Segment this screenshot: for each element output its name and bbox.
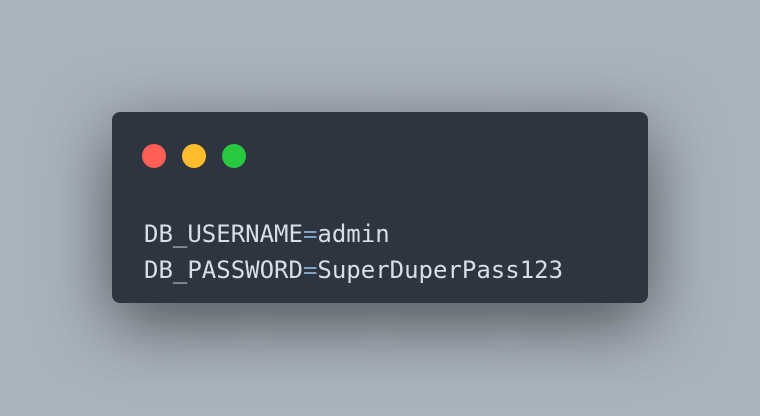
code-block: DB_USERNAME=admin DB_PASSWORD=SuperDuperP… [144, 216, 563, 288]
code-line: DB_USERNAME=admin [144, 216, 563, 252]
env-value: admin [317, 220, 390, 248]
close-button[interactable] [142, 144, 166, 168]
env-value: SuperDuperPass123 [317, 256, 564, 284]
assignment-operator: = [302, 256, 318, 284]
minimize-button[interactable] [182, 144, 206, 168]
maximize-button[interactable] [222, 144, 246, 168]
code-window: DB_USERNAME=admin DB_PASSWORD=SuperDuperP… [112, 112, 648, 303]
code-line: DB_PASSWORD=SuperDuperPass123 [144, 252, 563, 288]
window-controls [142, 144, 246, 168]
assignment-operator: = [302, 220, 318, 248]
env-key: DB_USERNAME [144, 220, 303, 248]
env-key: DB_PASSWORD [144, 256, 303, 284]
